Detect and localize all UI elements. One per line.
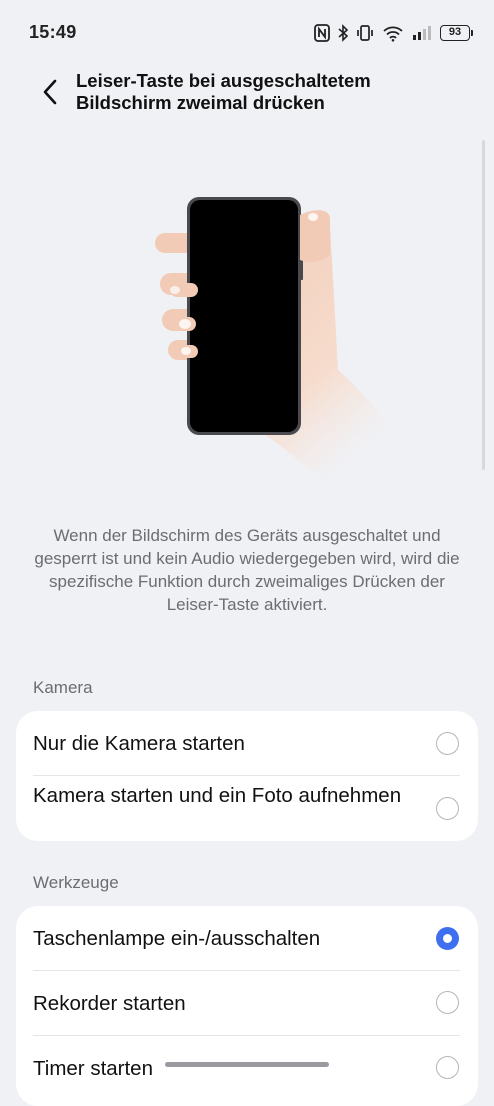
chevron-left-icon — [43, 79, 57, 105]
option-kamera-und-foto[interactable]: Kamera starten und ein Foto aufnehmen — [16, 776, 478, 841]
option-label: Timer starten — [33, 1057, 153, 1080]
werkzeuge-options-card: Taschenlampe ein-/ausschalten Rekorder s… — [16, 906, 478, 1106]
option-rekorder-starten[interactable]: Rekorder starten — [16, 971, 478, 1035]
option-nur-kamera-starten[interactable]: Nur die Kamera starten — [16, 711, 478, 775]
radio-button[interactable] — [436, 797, 459, 820]
option-label: Nur die Kamera starten — [33, 732, 245, 755]
vibrate-icon — [356, 24, 374, 42]
description-text: Wenn der Bildschirm des Geräts ausgescha… — [34, 526, 460, 614]
wifi-icon — [382, 24, 404, 42]
option-label: Taschenlampe ein-/ausschalten — [33, 927, 321, 950]
option-label: Rekorder starten — [33, 992, 186, 1015]
radio-button[interactable] — [436, 1056, 459, 1079]
option-timer-starten[interactable]: Timer starten — [16, 1036, 478, 1100]
radio-button-selected[interactable] — [436, 927, 459, 950]
home-indicator[interactable] — [165, 1062, 329, 1067]
header: Leiser-Taste bei ausgeschaltetem Bildsch… — [0, 66, 494, 136]
section-label-werkzeuge: Werkzeuge — [33, 873, 119, 892]
page-title: Leiser-Taste bei ausgeschaltetem Bildsch… — [76, 70, 371, 113]
option-label: Kamera starten und ein Foto aufnehmen — [33, 784, 402, 807]
section-label-kamera: Kamera — [33, 678, 93, 697]
radio-button[interactable] — [436, 991, 459, 1014]
status-time: 15:49 — [29, 22, 77, 42]
phone-in-hand-illustration — [150, 185, 410, 485]
status-icons: 93 — [314, 22, 473, 44]
back-button[interactable] — [34, 76, 66, 108]
status-bar: 15:49 93 — [0, 0, 494, 66]
scrollbar[interactable] — [482, 140, 485, 470]
bluetooth-icon — [338, 24, 348, 42]
nfc-icon — [314, 24, 330, 42]
option-taschenlampe[interactable]: Taschenlampe ein-/ausschalten — [16, 906, 478, 970]
battery-icon: 93 — [440, 25, 473, 41]
kamera-options-card: Nur die Kamera starten Kamera starten un… — [16, 711, 478, 841]
radio-button[interactable] — [436, 732, 459, 755]
signal-icon — [412, 25, 432, 41]
